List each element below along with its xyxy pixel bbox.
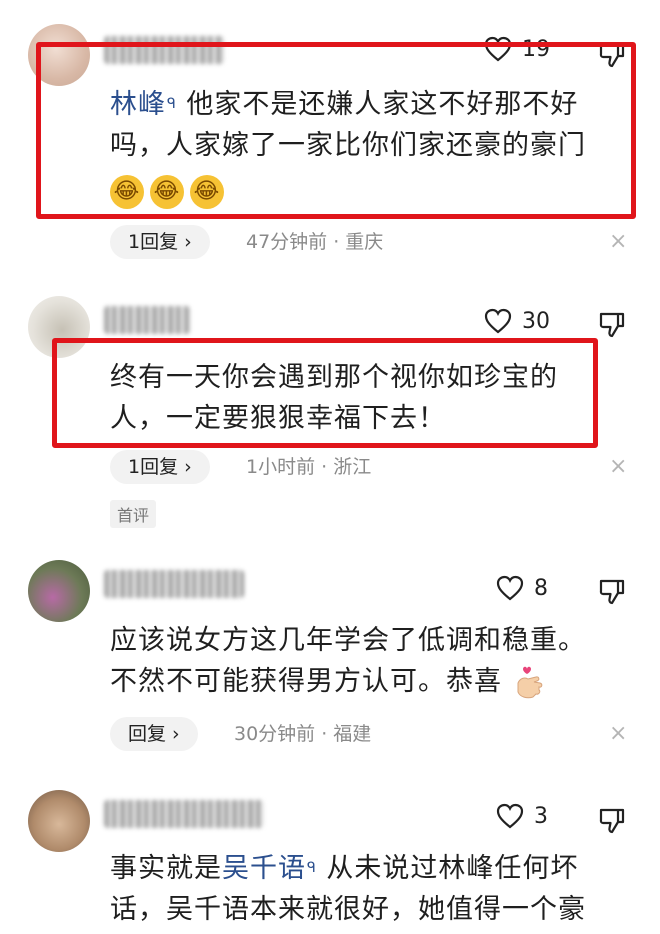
thumbs-down-icon: [599, 312, 625, 338]
like-count: 3: [534, 803, 548, 829]
heart-icon: [496, 803, 524, 829]
thumbs-down-icon: [599, 579, 625, 605]
reply-button[interactable]: 1回复 ›: [110, 450, 210, 484]
avatar[interactable]: [28, 790, 90, 852]
comment-line: 话，吴千语本来就很好，她值得一个豪: [110, 894, 586, 925]
like-count: 8: [534, 575, 548, 601]
close-icon[interactable]: ×: [609, 722, 627, 746]
comment-line: 应该说女方这几年学会了低调和稳重。: [110, 625, 586, 656]
mention-link[interactable]: 吴千语ᑫ: [222, 853, 317, 884]
dislike-button[interactable]: [598, 577, 626, 609]
time-location: 1小时前 · 浙江: [246, 456, 372, 478]
close-icon[interactable]: ×: [609, 455, 627, 479]
username-blurred[interactable]: [104, 306, 190, 334]
comment-prefix: 事实就是: [110, 853, 222, 884]
like-button[interactable]: 30: [484, 308, 550, 334]
dislike-button[interactable]: [598, 310, 626, 342]
dislike-button[interactable]: [598, 806, 626, 838]
highlight-box: [52, 338, 598, 448]
highlight-box: [36, 42, 636, 219]
heart-icon: [496, 575, 524, 601]
first-comment-badge: 首评: [110, 500, 157, 528]
reply-button[interactable]: 回复 ›: [110, 717, 198, 751]
like-button[interactable]: 3: [496, 803, 548, 829]
finger-heart-emoji-icon: [517, 666, 542, 698]
time-location: 30分钟前 · 福建: [234, 723, 372, 745]
like-button[interactable]: 8: [496, 575, 548, 601]
comment-line: 从未说过林峰任何坏: [316, 853, 579, 884]
reply-button[interactable]: 1回复 ›: [110, 225, 210, 259]
comment-line: 不然不可能获得男方认可。恭喜: [110, 666, 502, 697]
comment-text: 事实就是吴千语ᑫ 从未说过林峰任何坏 话，吴千语本来就很好，她值得一个豪: [110, 848, 586, 930]
thumbs-down-icon: [599, 808, 625, 834]
time-location: 47分钟前 · 重庆: [246, 231, 384, 253]
like-count: 30: [522, 308, 550, 334]
avatar[interactable]: [28, 560, 90, 622]
search-icon: ᑫ: [307, 860, 317, 876]
close-icon[interactable]: ×: [609, 230, 627, 254]
username-blurred[interactable]: [104, 570, 244, 598]
comment-text: 应该说女方这几年学会了低调和稳重。 不然不可能获得男方认可。恭喜: [110, 620, 586, 702]
username-blurred[interactable]: [104, 800, 264, 828]
heart-icon: [484, 308, 512, 334]
